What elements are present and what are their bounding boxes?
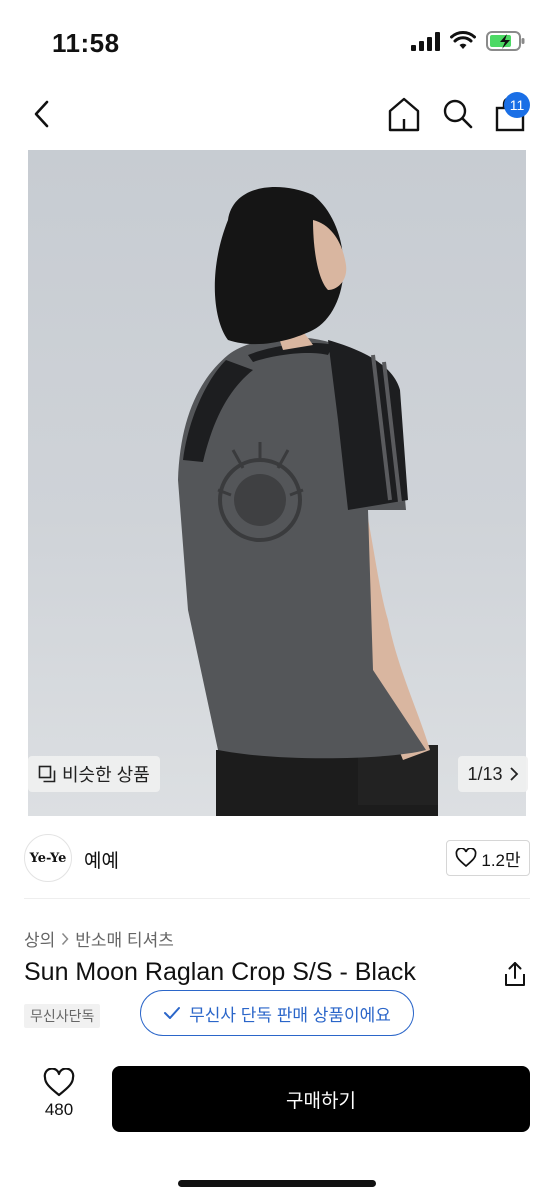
chevron-right-icon (509, 767, 518, 781)
product-title: Sun Moon Raglan Crop S/S - Black (24, 958, 416, 986)
breadcrumb-category[interactable]: 상의 (24, 926, 55, 951)
share-icon[interactable] (502, 960, 528, 988)
image-counter-text: 1/13 (467, 763, 503, 784)
heart-icon (43, 1068, 75, 1097)
brand-row: Ye-Ye 예예 1.2만 (0, 830, 554, 886)
back-icon[interactable] (28, 94, 58, 134)
heart-icon (455, 848, 477, 868)
product-like-button[interactable]: 480 (28, 1068, 90, 1130)
brand-like-count: 1.2만 (481, 850, 521, 870)
nav-bar (0, 88, 554, 140)
check-icon (164, 1007, 181, 1019)
status-time: 11:58 (52, 28, 120, 58)
home-indicator (178, 1180, 376, 1187)
buy-button[interactable]: 구매하기 (112, 1066, 530, 1132)
exclusive-notice: 무신사 단독 판매 상품이에요 (140, 990, 414, 1036)
brand-like-button[interactable]: 1.2만 (446, 840, 530, 876)
home-icon[interactable] (386, 94, 422, 134)
product-image[interactable] (28, 150, 526, 816)
search-icon[interactable] (440, 94, 476, 134)
brand-logo-text: Ye-Ye (29, 850, 67, 866)
brand-name[interactable]: 예예 (84, 846, 119, 873)
battery-icon (486, 31, 525, 51)
similar-products-label: 비슷한 상품 (62, 765, 150, 785)
status-bar: 11:58 (0, 0, 554, 88)
breadcrumb: 상의 반소매 티셔츠 (24, 926, 174, 951)
exclusive-tag: 무신사단독 (24, 1004, 101, 1028)
chevron-right-icon (62, 932, 69, 945)
similar-products-button[interactable]: 비슷한 상품 (28, 756, 160, 792)
breadcrumb-subcategory[interactable]: 반소매 티셔츠 (75, 926, 174, 951)
product-photo (178, 187, 438, 816)
wifi-icon (450, 31, 476, 49)
product-like-count: 480 (44, 1100, 74, 1119)
cart-count-badge: 11 (504, 92, 530, 118)
status-icons (411, 30, 526, 52)
brand-logo[interactable]: Ye-Ye (24, 834, 72, 882)
image-counter[interactable]: 1/13 (458, 756, 528, 792)
divider (24, 898, 530, 899)
signal-icon (411, 31, 440, 51)
similar-icon (38, 765, 56, 783)
exclusive-notice-text: 무신사 단독 판매 상품이에요 (189, 1005, 391, 1025)
